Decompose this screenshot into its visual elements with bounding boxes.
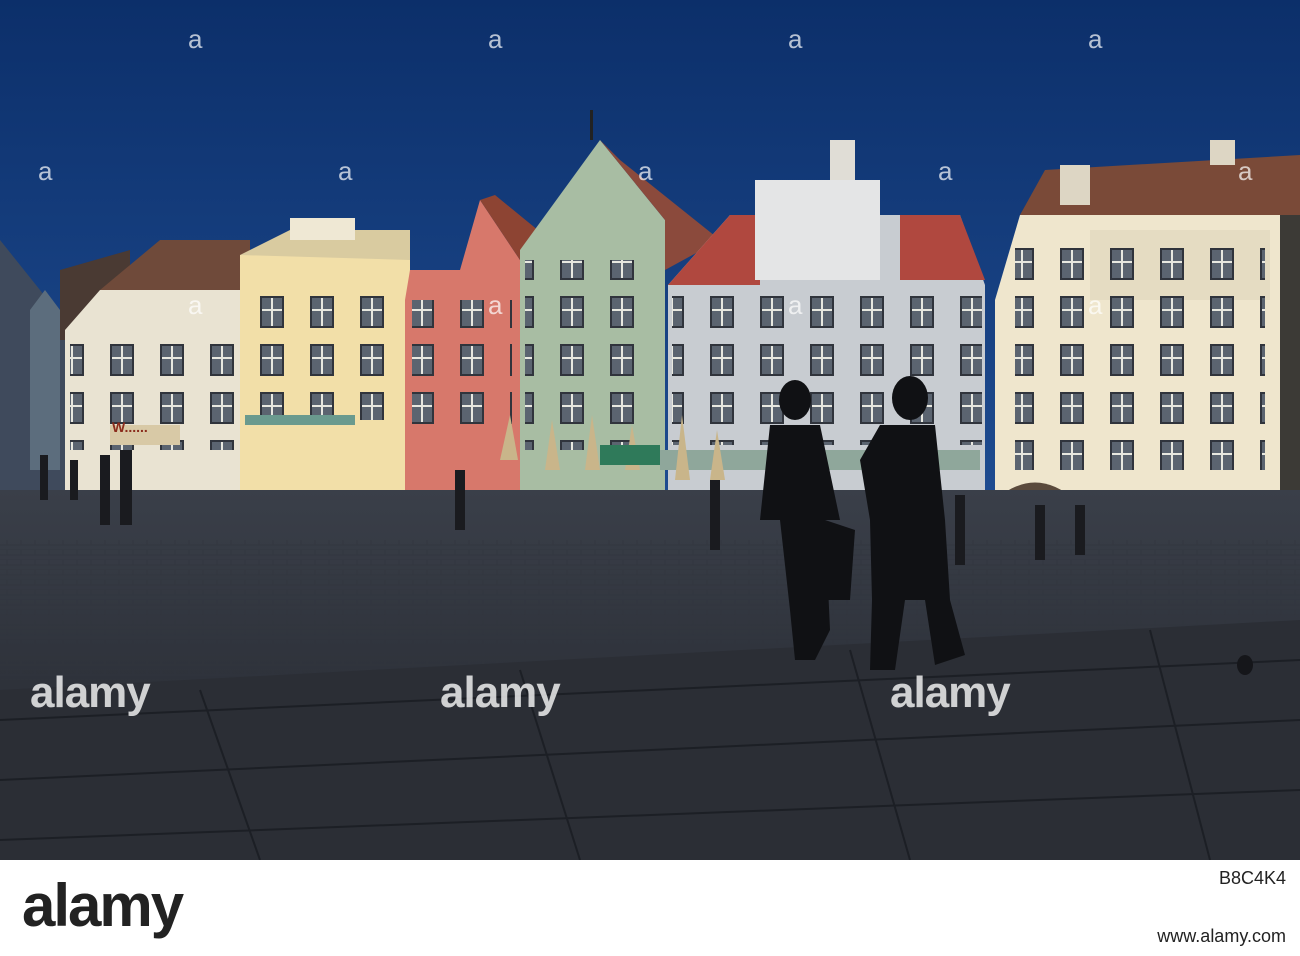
watermark-logo: alamy [30, 668, 151, 717]
alamy-a-icon: a [638, 156, 653, 186]
alamy-a-icon: a [788, 24, 803, 54]
footer-bar: alamy B8C4K4 www.alamy.com [0, 860, 1300, 956]
alamy-a-icon: a [488, 24, 503, 54]
alamy-a-icon: a [488, 290, 503, 320]
building-yellow [240, 218, 410, 500]
photo-tallinn-town-hall-square: W...... [0, 0, 1300, 860]
alamy-a-icon: a [1238, 156, 1253, 186]
building-cream [995, 140, 1300, 550]
pigeon [1237, 655, 1253, 675]
watermark-logo: alamy [890, 668, 1011, 717]
alamy-a-icon: a [338, 156, 353, 186]
alamy-a-icon: a [938, 156, 953, 186]
footer-logo: alamy [22, 872, 184, 939]
alamy-a-icon: a [188, 290, 203, 320]
site-url[interactable]: www.alamy.com [1157, 926, 1286, 947]
alamy-a-icon: a [1088, 290, 1103, 320]
alamy-a-icon: a [188, 24, 203, 54]
alamy-a-icon: a [788, 290, 803, 320]
image-id: B8C4K4 [1218, 868, 1286, 888]
shop-sign: W...... [112, 419, 148, 435]
alamy-a-icon: a [1088, 24, 1103, 54]
alamy-a-icon: a [38, 156, 53, 186]
image-stage: W...... alamy alamy alamy a a a a a a a … [0, 0, 1300, 956]
watermark-logo: alamy [440, 668, 561, 717]
